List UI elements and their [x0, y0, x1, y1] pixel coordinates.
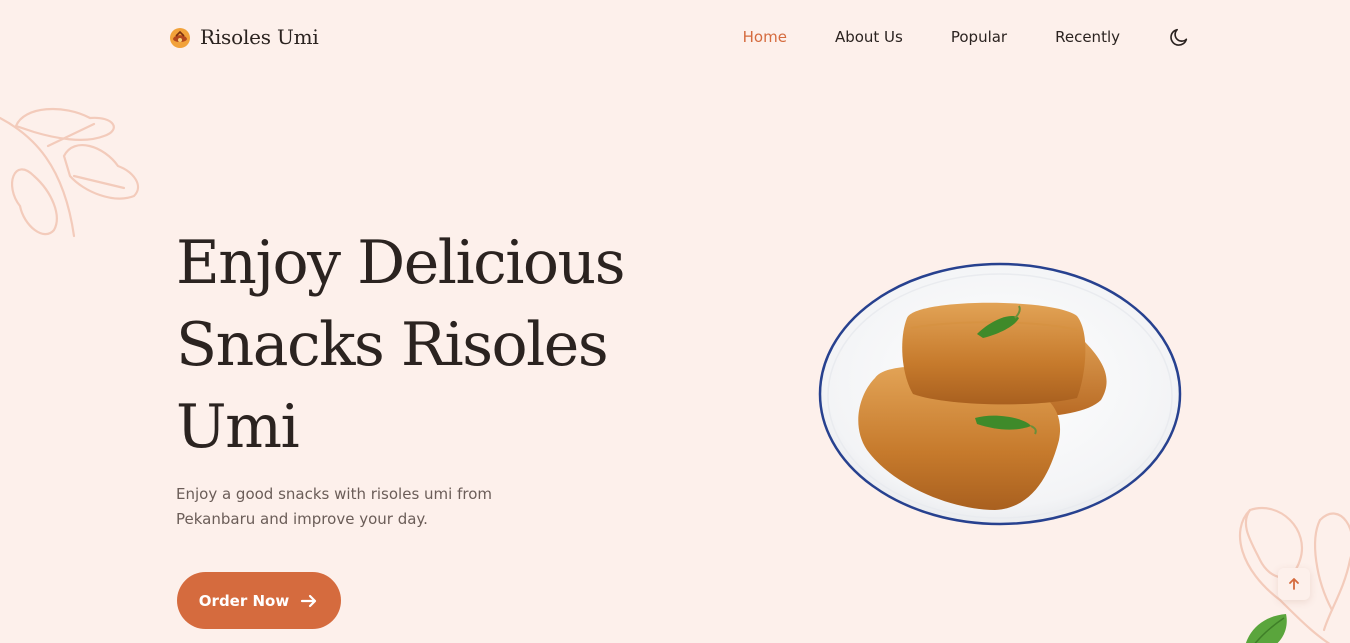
hero-title: Enjoy Delicious Snacks Risoles Umi	[176, 228, 625, 462]
arrow-right-icon	[301, 594, 317, 607]
brand-logo[interactable]: Risoles Umi	[168, 24, 319, 50]
green-leaf-icon	[1246, 614, 1287, 643]
risoles-logo-icon	[170, 28, 190, 48]
leaf-decoration-icon	[0, 107, 140, 238]
nav-item-recently[interactable]: Recently	[1055, 28, 1120, 46]
nav-item-home[interactable]: Home	[743, 28, 787, 46]
moon-icon[interactable]	[1168, 26, 1190, 48]
main-nav: Home About Us Popular Recently	[743, 24, 1190, 50]
brand-name: Risoles Umi	[200, 25, 319, 49]
scroll-top-button[interactable]	[1278, 568, 1310, 600]
hero-description: Enjoy a good snacks with risoles umi fro…	[176, 485, 492, 528]
risoles-plate-image	[818, 262, 1182, 526]
site-header: Risoles Umi Home About Us Popular Recent…	[0, 0, 1350, 72]
order-now-label: Order Now	[198, 591, 290, 610]
nav-item-about-us[interactable]: About Us	[835, 28, 903, 46]
arrow-up-icon	[1289, 578, 1299, 590]
nav-item-popular[interactable]: Popular	[951, 28, 1007, 46]
order-now-button[interactable]: Order Now	[177, 572, 341, 629]
